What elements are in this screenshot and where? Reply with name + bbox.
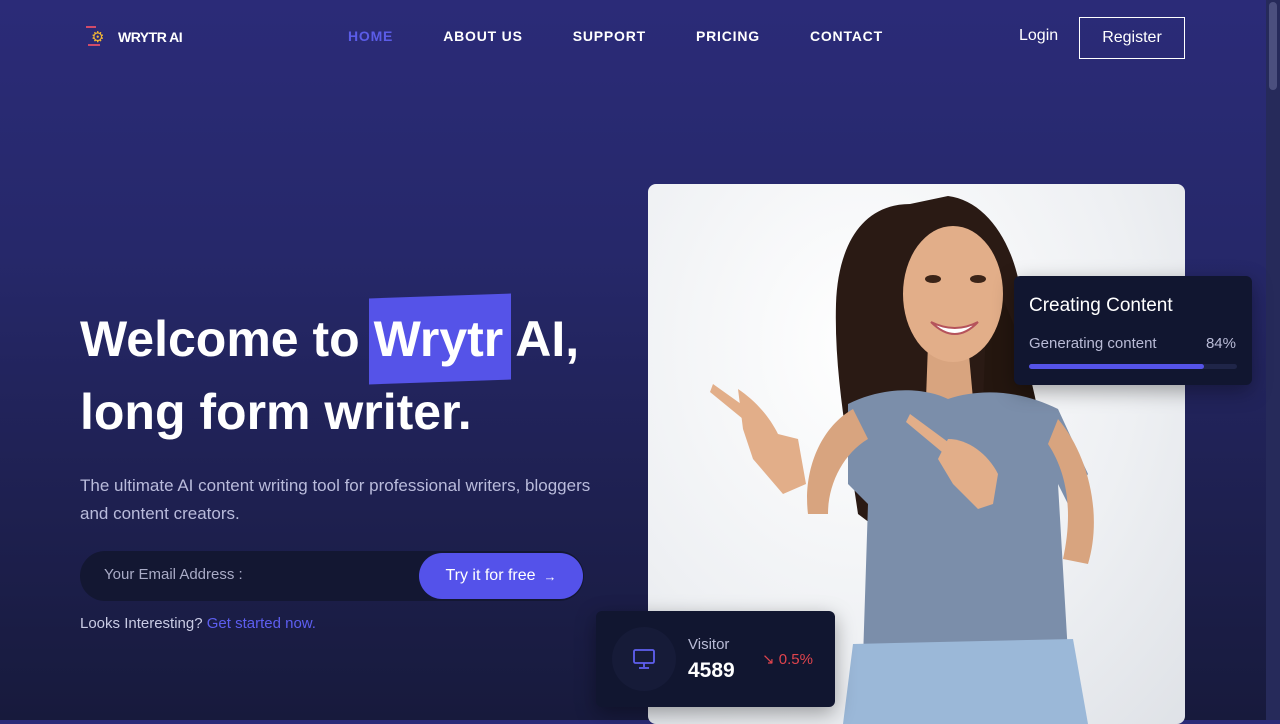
card-label: Generating content <box>1029 335 1157 352</box>
nav-item-home[interactable]: HOME <box>348 28 393 44</box>
login-link[interactable]: Login <box>1019 27 1058 45</box>
visitor-card: Visitor 4589 ↘ 0.5% <box>596 611 835 707</box>
nav-item-support[interactable]: SUPPORT <box>573 28 646 44</box>
visitor-change: ↘ 0.5% <box>762 650 813 668</box>
register-button[interactable]: Register <box>1079 17 1185 59</box>
get-started-link[interactable]: Get started now. <box>207 615 316 632</box>
page-scrollbar[interactable] <box>1266 0 1280 720</box>
hint-question: Looks Interesting? <box>80 615 203 632</box>
headline-highlight: Wrytr <box>374 303 504 376</box>
headline-suffix: AI, <box>503 311 580 367</box>
progress-track <box>1029 364 1237 369</box>
creating-content-card: Creating Content Generating content 84% <box>1014 276 1252 385</box>
headline-prefix: Welcome to <box>80 311 374 367</box>
try-free-button[interactable]: Try it for free → <box>419 553 583 599</box>
brand-logo[interactable]: ⚙ WRYTR AI <box>86 24 183 50</box>
gear-icon: ⚙ <box>86 24 112 50</box>
card-title: Creating Content <box>1029 295 1173 316</box>
trend-down-icon: ↘ <box>762 651 775 668</box>
brand-name: WRYTR AI <box>118 29 183 45</box>
nav-item-pricing[interactable]: PRICING <box>696 28 760 44</box>
hero-headline: Welcome to Wrytr AI, long form writer. <box>80 303 579 449</box>
scrollbar-thumb[interactable] <box>1269 2 1277 90</box>
visitor-label: Visitor <box>688 636 730 653</box>
visitor-change-value: 0.5% <box>778 651 813 668</box>
headline-line2: long form writer. <box>80 384 472 440</box>
progress-fill <box>1029 364 1204 369</box>
try-free-label: Try it for free <box>445 567 536 584</box>
hero-subtitle: The ultimate AI content writing tool for… <box>80 476 591 523</box>
top-navbar: ⚙ WRYTR AI HOME ABOUT US SUPPORT PRICING… <box>0 0 1266 76</box>
nav-item-contact[interactable]: CONTACT <box>810 28 883 44</box>
email-placeholder: Your Email Address : <box>104 566 243 583</box>
arrow-right-icon: → <box>543 568 557 584</box>
card-percent: 84% <box>1205 335 1236 352</box>
monitor-icon <box>612 627 676 691</box>
visitor-count: 4589 <box>688 659 735 682</box>
hint-text: Looks Interesting? Get started now. <box>80 615 316 632</box>
nav-item-about-us[interactable]: ABOUT US <box>443 28 523 44</box>
main-menu: HOME ABOUT US SUPPORT PRICING CONTACT <box>348 28 933 44</box>
